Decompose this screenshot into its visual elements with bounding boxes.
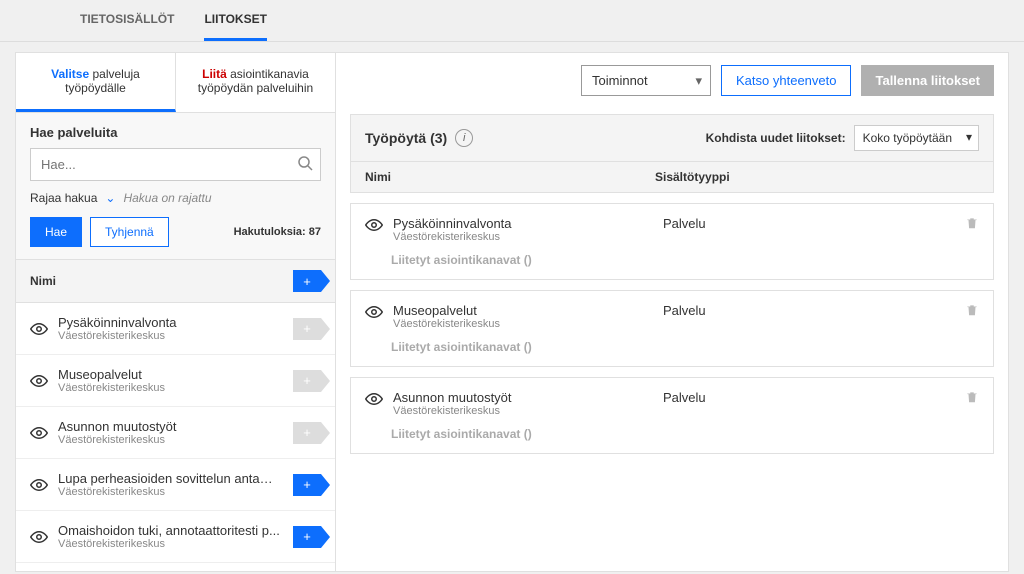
tab-content[interactable]: TIETOSISÄLLÖT xyxy=(80,0,174,41)
list-header-name: Nimi xyxy=(30,274,56,288)
add-item-button: + xyxy=(293,422,321,444)
add-all-button[interactable]: + xyxy=(293,270,321,292)
eye-icon[interactable] xyxy=(30,476,48,494)
summary-button[interactable]: Katso yhteenveto xyxy=(721,65,851,96)
info-icon[interactable]: i xyxy=(455,129,473,147)
search-input[interactable] xyxy=(30,148,321,181)
card-org: Väestörekisterikeskus xyxy=(393,405,653,417)
right-panel: Toiminnot Katso yhteenveto Tallenna liit… xyxy=(336,53,1008,571)
desk-card: MuseopalvelutVäestörekisterikeskus Palvel… xyxy=(350,290,994,367)
results-count: Hakutuloksia: 87 xyxy=(234,226,321,238)
trash-icon[interactable] xyxy=(965,390,979,404)
search-label: Hae palveluita xyxy=(30,125,321,140)
filter-note: Hakua on rajattu xyxy=(123,191,211,205)
col-name: Nimi xyxy=(365,170,655,184)
add-item-button: + xyxy=(293,318,321,340)
eye-icon[interactable] xyxy=(30,528,48,546)
item-title: Omaishoidon tuki, annotaattoritesti p... xyxy=(58,523,283,538)
left-panel: Valitse palveluja työpöydälle Liitä asio… xyxy=(16,53,336,571)
card-type: Palvelu xyxy=(663,216,955,231)
linked-channels[interactable]: Liitetyt asiointikanavat () xyxy=(391,340,979,354)
item-title: Museopalvelut xyxy=(58,367,283,382)
target-select[interactable]: Koko työpöytään xyxy=(854,125,979,151)
chevron-down-icon[interactable]: ⌄ xyxy=(105,191,115,205)
item-title: Pysäköinninvalvonta xyxy=(58,315,283,330)
item-org: Väestörekisterikeskus xyxy=(58,434,283,446)
target-label: Kohdista uudet liitokset: xyxy=(706,131,846,145)
card-title: Asunnon muutostyöt xyxy=(393,390,653,405)
desk-card: PysäköinninvalvontaVäestörekisterikeskus… xyxy=(350,203,994,280)
linked-channels[interactable]: Liitetyt asiointikanavat () xyxy=(391,253,979,267)
eye-icon[interactable] xyxy=(30,320,48,338)
save-button[interactable]: Tallenna liitokset xyxy=(861,65,994,96)
item-title: Asunnon muutostyöt xyxy=(58,419,283,434)
eye-icon[interactable] xyxy=(365,390,383,408)
col-type: Sisältötyyppi xyxy=(655,170,730,184)
item-org: Väestörekisterikeskus xyxy=(58,486,283,498)
search-button[interactable]: Hae xyxy=(30,217,82,247)
eye-icon[interactable] xyxy=(30,372,48,390)
item-title: Lupa perheasioiden sovittelun antami... xyxy=(58,471,283,486)
actions-select[interactable]: Toiminnot xyxy=(581,65,711,96)
add-item-button: + xyxy=(293,370,321,392)
subtab-select-services[interactable]: Valitse palveluja työpöydälle xyxy=(16,53,176,112)
add-item-button[interactable]: + xyxy=(293,474,321,496)
list-item: Asunnon muutostyötVäestörekisterikeskus + xyxy=(16,407,335,459)
trash-icon[interactable] xyxy=(965,303,979,317)
list-item: MuseopalvelutVäestörekisterikeskus + xyxy=(16,355,335,407)
item-org: Väestörekisterikeskus xyxy=(58,382,283,394)
card-type: Palvelu xyxy=(663,390,955,405)
service-list: PysäköinninvalvontaVäestörekisterikeskus… xyxy=(16,303,335,571)
card-title: Museopalvelut xyxy=(393,303,653,318)
list-item: Lupa perheasioiden sovittelun antami...V… xyxy=(16,459,335,511)
cards-area: PysäköinninvalvontaVäestörekisterikeskus… xyxy=(350,193,994,454)
eye-icon[interactable] xyxy=(365,303,383,321)
item-org: Väestörekisterikeskus xyxy=(58,330,283,342)
eye-icon[interactable] xyxy=(30,424,48,442)
trash-icon[interactable] xyxy=(965,216,979,230)
tab-connections[interactable]: LIITOKSET xyxy=(204,0,266,41)
filter-label[interactable]: Rajaa hakua xyxy=(30,191,97,205)
card-title: Pysäköinninvalvonta xyxy=(393,216,653,231)
item-org: Väestörekisterikeskus xyxy=(58,538,283,550)
card-org: Väestörekisterikeskus xyxy=(393,318,653,330)
add-item-button[interactable]: + xyxy=(293,526,321,548)
list-item: PysäköinninvalvontaVäestörekisterikeskus… xyxy=(16,303,335,355)
linked-channels[interactable]: Liitetyt asiointikanavat () xyxy=(391,427,979,441)
desk-title: Työpöytä (3) xyxy=(365,130,447,146)
list-item: Omaishoidon tuki, annotaattoritesti p...… xyxy=(16,511,335,563)
search-icon[interactable] xyxy=(297,155,313,171)
desk-card: Asunnon muutostyötVäestörekisterikeskus P… xyxy=(350,377,994,454)
card-org: Väestörekisterikeskus xyxy=(393,231,653,243)
eye-icon[interactable] xyxy=(365,216,383,234)
clear-button[interactable]: Tyhjennä xyxy=(90,217,169,247)
card-type: Palvelu xyxy=(663,303,955,318)
list-item: Omaishoito, annotaattoritestiVäestörekis… xyxy=(16,563,335,571)
subtab-attach-channels[interactable]: Liitä asiointikanavia työpöydän palvelui… xyxy=(176,53,335,112)
